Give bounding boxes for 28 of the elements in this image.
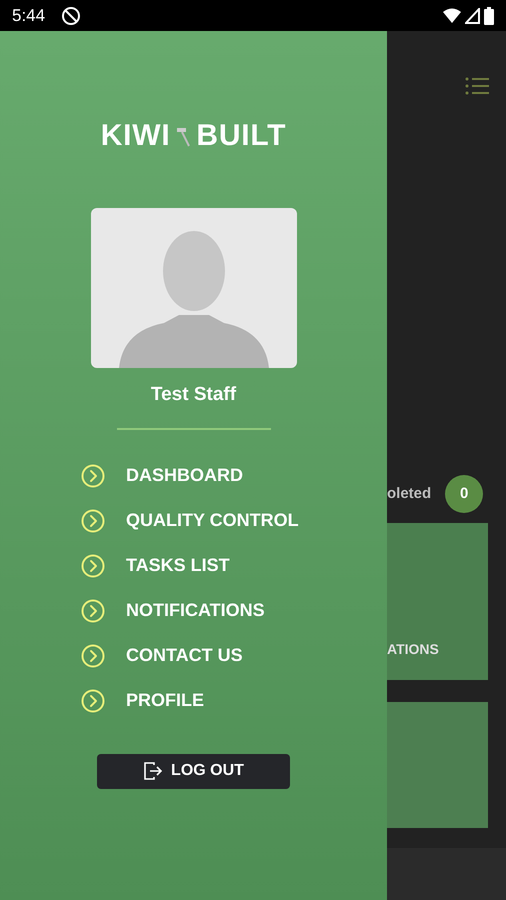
menu-item[interactable]: CONTACT US [81, 644, 299, 668]
chevron-circle-icon [81, 644, 105, 668]
user-name: Test Staff [150, 383, 236, 407]
chevron-circle-icon [81, 688, 105, 712]
signal-icon [465, 8, 480, 24]
logo-text: BUILT [196, 118, 286, 154]
tile[interactable] [387, 702, 488, 828]
menu-item[interactable]: PROFILE [81, 688, 299, 712]
list-icon[interactable] [465, 77, 489, 95]
tile-label: ATIONS [387, 640, 440, 659]
logo-text: KIWI [100, 118, 170, 154]
menu-item[interactable]: DASHBOARD [81, 464, 299, 488]
status-time: 5:44 [12, 4, 46, 27]
menu-item[interactable]: QUALITY CONTROL [81, 508, 299, 532]
notifications-tile[interactable]: ATIONS [387, 523, 488, 680]
chevron-circle-icon [81, 598, 105, 622]
logout-icon [143, 762, 164, 780]
logout-button[interactable]: LOG OUT [97, 754, 290, 788]
wifi-icon [443, 8, 461, 24]
menu-item[interactable]: NOTIFICATIONS [81, 598, 299, 622]
chevron-circle-icon [81, 508, 105, 532]
battery-icon [484, 6, 494, 24]
do-not-disturb-icon [61, 6, 82, 26]
menu-item[interactable]: TASKS LIST [81, 554, 299, 578]
chevron-circle-icon [81, 464, 105, 488]
completed-label: oleted [387, 484, 432, 504]
completed-count: 0 [445, 475, 484, 513]
chevron-circle-icon [81, 554, 105, 578]
